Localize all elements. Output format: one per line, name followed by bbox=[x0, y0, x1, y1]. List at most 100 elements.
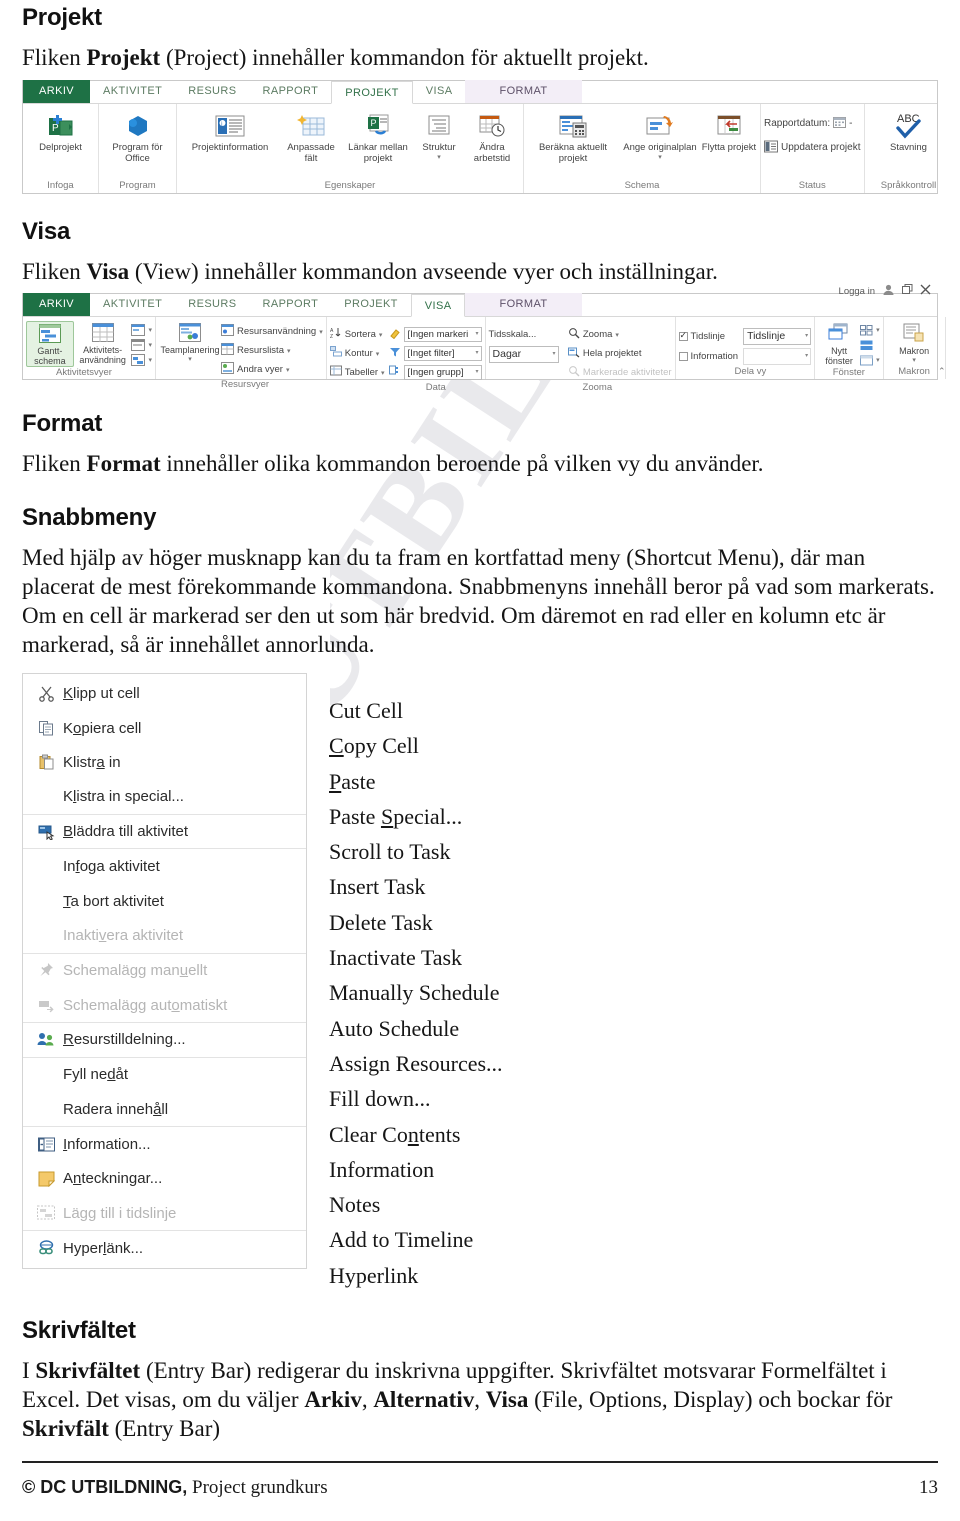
button-aktivitetsanvandning[interactable]: Aktivitets-användning bbox=[74, 321, 132, 365]
format-text-post: innehåller olika kommandon beroende på v… bbox=[160, 451, 764, 476]
button-anpassade-falt[interactable]: Anpassade fält bbox=[280, 108, 342, 164]
visa-tab-visa[interactable]: VISA bbox=[410, 294, 466, 317]
ribbon-visa-tabbar[interactable]: ARKIV AKTIVITET RESURS RAPPORT PROJEKT V… bbox=[23, 293, 937, 317]
button-delprojekt[interactable]: P Delprojekt bbox=[26, 108, 95, 153]
button-nytt-fonster[interactable]: Nytt fönster bbox=[818, 321, 860, 366]
checkbox-information[interactable] bbox=[678, 351, 688, 361]
status-rapportdatum-row[interactable]: Rapportdatum: - bbox=[764, 114, 853, 133]
context-menu-item[interactable]: Klistra in special... bbox=[23, 780, 306, 815]
context-menu-item[interactable]: Ta bort aktivitet bbox=[23, 884, 306, 919]
ribbon-projekt-tabbar[interactable]: ARKIV AKTIVITET RESURS RAPPORT PROJEKT V… bbox=[23, 80, 937, 104]
button-nytt-fonster-label: Nytt fönster bbox=[825, 346, 853, 366]
shortcut-menu[interactable]: Klipp ut cell Kopiera cell Klistra in Klist… bbox=[22, 673, 307, 1269]
ribbon-visa[interactable]: Logga in ARKIV AKTIVITET RESURS RAPPORT … bbox=[22, 284, 946, 393]
split-icon[interactable] bbox=[860, 338, 880, 352]
checkbox-tidslinje-row[interactable]: Tidslinje bbox=[678, 326, 739, 346]
button-gantt-schema[interactable]: Gantt-schema bbox=[26, 321, 74, 367]
button-teamplanering[interactable]: Teamplanering ▾ bbox=[159, 321, 221, 363]
tab-visa[interactable]: VISA bbox=[413, 80, 466, 103]
item-sortera[interactable]: AZ Sortera ▾ bbox=[330, 325, 385, 344]
item-resursanvandning[interactable]: Resursanvändning ▾ bbox=[221, 322, 323, 341]
data-combos: [Ingen markeri [Inget filter] bbox=[388, 323, 482, 382]
context-menu-item[interactable]: Klipp ut cell bbox=[23, 676, 306, 711]
combo-information-row[interactable] bbox=[743, 346, 812, 366]
context-menu-item[interactable]: Kopiera cell bbox=[23, 711, 306, 746]
english-menu-item-label: Paste bbox=[329, 768, 376, 794]
timescale-combo-row[interactable]: Dagar bbox=[488, 344, 564, 364]
button-berakna-aktuellt-projekt[interactable]: Beräkna aktuellt projekt bbox=[527, 108, 619, 164]
combo-tidslinje[interactable]: Tidslinje bbox=[743, 327, 812, 345]
item-markerade-aktiviteter[interactable]: Markerade aktiviteter bbox=[568, 363, 672, 382]
tab-format[interactable]: FORMAT bbox=[465, 80, 582, 103]
english-menu-item-label: Clear Contents bbox=[329, 1121, 461, 1147]
row-markering[interactable]: [Ingen markeri bbox=[389, 325, 482, 344]
tab-aktivitet[interactable]: AKTIVITET bbox=[90, 80, 175, 103]
checkbox-information-row[interactable]: Information bbox=[678, 346, 738, 366]
context-menu-item[interactable]: Fyll nedåt bbox=[23, 1058, 306, 1093]
button-struktur[interactable]: Struktur ▾ bbox=[414, 108, 464, 161]
checkbox-tidslinje[interactable] bbox=[678, 330, 688, 341]
task-view-3-icon[interactable]: ▾ bbox=[131, 353, 152, 367]
arrange-all-icon[interactable]: ▾ bbox=[860, 323, 880, 337]
combo-tidsskala[interactable]: Dagar bbox=[488, 345, 559, 363]
combo-filter[interactable]: [Inget filter] bbox=[403, 346, 482, 361]
row-grupp[interactable]: [Ingen grupp] bbox=[388, 363, 482, 382]
timescale-label-row[interactable]: Tidsskala... bbox=[489, 325, 564, 344]
item-resurslista[interactable]: Resurslista ▾ bbox=[221, 341, 323, 360]
row-filter[interactable]: [Inget filter] bbox=[389, 344, 482, 363]
visa-tab-resurs[interactable]: RESURS bbox=[175, 293, 249, 316]
zooma-timescale: Tidsskala... Dagar bbox=[488, 323, 564, 364]
item-tabeller[interactable]: Tabeller ▾ bbox=[329, 363, 385, 382]
tab-rapport[interactable]: RAPPORT bbox=[249, 80, 331, 103]
visa-tab-aktivitet[interactable]: AKTIVITET bbox=[90, 293, 175, 316]
visa-tab-rapport[interactable]: RAPPORT bbox=[249, 293, 331, 316]
context-menu-item[interactable]: Resurstilldelning... bbox=[23, 1023, 306, 1058]
paragraph-skrivfaltet: I Skrivfältet (Entry Bar) redigerar du i… bbox=[22, 1356, 922, 1443]
combo-grupp[interactable]: [Ingen grupp] bbox=[403, 365, 482, 380]
hide-icon[interactable]: ▾ bbox=[860, 353, 880, 367]
button-flytta-projekt[interactable]: Flytta projekt bbox=[701, 108, 757, 153]
item-andra-vyer[interactable]: Andra vyer ▾ bbox=[221, 360, 323, 379]
context-menu-item: Schemalägg automatiskt bbox=[23, 988, 306, 1023]
tab-arkiv[interactable]: ARKIV bbox=[23, 80, 91, 103]
task-view-1-icon[interactable]: ▾ bbox=[131, 323, 152, 337]
tab-resurs[interactable]: RESURS bbox=[175, 80, 249, 103]
context-menu-item[interactable]: Radera innehåll bbox=[23, 1092, 306, 1127]
collapse-ribbon-icon[interactable]: ⌃ bbox=[938, 366, 946, 377]
ribbon-projekt[interactable]: ARKIV AKTIVITET RESURS RAPPORT PROJEKT V… bbox=[22, 80, 938, 194]
tab-projekt[interactable]: PROJEKT bbox=[331, 81, 413, 104]
rapportdatum-value: - bbox=[849, 118, 853, 129]
combo-markering[interactable]: [Ingen markeri bbox=[403, 327, 482, 342]
visa-tab-projekt[interactable]: PROJEKT bbox=[331, 293, 411, 316]
button-program-for-office[interactable]: Program för Office bbox=[102, 108, 173, 164]
context-menu-item[interactable]: Hyperlänk... bbox=[23, 1231, 306, 1266]
context-menu-item[interactable]: Klistra in bbox=[23, 745, 306, 780]
task-view-2-icon[interactable]: ▾ bbox=[131, 338, 152, 352]
ange-originalplan-dropdown-caret[interactable]: ▾ bbox=[658, 153, 662, 161]
visa-text-post: (View) innehåller kommandon avseende vye… bbox=[129, 259, 718, 284]
sk-pre: I bbox=[22, 1358, 36, 1384]
status-uppdatera-projekt-row[interactable]: Uppdatera projekt bbox=[764, 138, 861, 157]
button-program-for-office-label: Program för Office bbox=[112, 142, 163, 164]
context-menu-item[interactable]: Infoga aktivitet bbox=[23, 849, 306, 884]
button-ange-originalplan[interactable]: Ange originalplan ▾ bbox=[619, 108, 701, 161]
button-andra-arbetstid[interactable]: Ändra arbetstid bbox=[464, 108, 520, 164]
item-zooma[interactable]: Zooma ▾ bbox=[568, 325, 672, 344]
button-projektinformation[interactable]: i Projektinformation bbox=[180, 108, 280, 153]
struktur-dropdown-caret[interactable]: ▾ bbox=[437, 153, 441, 161]
visa-tab-format[interactable]: FORMAT bbox=[465, 293, 582, 316]
context-menu-item[interactable]: Anteckningar... bbox=[23, 1162, 306, 1197]
button-makron[interactable]: Makron ▾ bbox=[887, 321, 942, 364]
item-hela-projektet[interactable]: Hela projektet bbox=[567, 344, 672, 363]
context-menu-item[interactable]: Information... bbox=[23, 1127, 306, 1162]
button-lankar-mellan-projekt[interactable]: P Länkar mellan projekt bbox=[342, 108, 414, 164]
makron-dropdown-caret[interactable]: ▾ bbox=[912, 356, 916, 364]
visa-tab-arkiv[interactable]: ARKIV bbox=[23, 293, 91, 316]
button-stavning[interactable]: ABC Stavning bbox=[868, 108, 950, 154]
set-baseline-icon bbox=[645, 111, 675, 140]
item-kontur[interactable]: Kontur ▾ bbox=[329, 344, 385, 363]
add-to-timeline-icon bbox=[29, 1202, 63, 1224]
teamplanering-dropdown-caret[interactable]: ▾ bbox=[188, 355, 192, 363]
context-menu-item[interactable]: Bläddra till aktivitet bbox=[23, 815, 306, 850]
combo-tidslinje-row[interactable]: Tidslinje bbox=[743, 326, 812, 346]
